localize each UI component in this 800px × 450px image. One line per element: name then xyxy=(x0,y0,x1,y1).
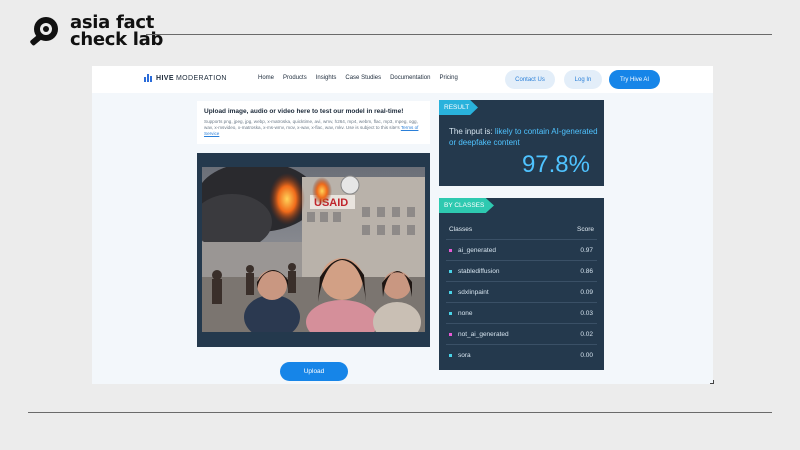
result-prefix: The input is: xyxy=(449,127,495,136)
supported-formats-text: Supports png, jpeg, jpg, webp, x-matrosk… xyxy=(204,119,418,130)
class-score: 0.86 xyxy=(580,267,593,275)
upload-title: Upload image, audio or video here to tes… xyxy=(204,108,404,115)
class-row: ai_generated 0.97 xyxy=(446,239,597,260)
result-text: The input is: likely to contain AI-gener… xyxy=(449,126,599,148)
crop-corner-mark xyxy=(710,380,714,384)
class-name: stablediffusion xyxy=(458,267,500,275)
by-classes-tag: BY CLASSES xyxy=(439,198,494,213)
class-score: 0.97 xyxy=(580,246,593,254)
contact-us-button[interactable]: Contact Us xyxy=(505,70,555,89)
nav-products[interactable]: Products xyxy=(283,75,307,81)
class-score: 0.02 xyxy=(580,330,593,338)
brand-wordmark: asia fact check lab xyxy=(70,14,163,49)
top-divider xyxy=(146,34,772,35)
class-color-square-icon xyxy=(449,353,452,357)
class-score: 0.00 xyxy=(580,351,593,359)
site-navbar: HIVE MODERATION Home Products Insights C… xyxy=(92,66,713,93)
class-score: 0.03 xyxy=(580,309,593,317)
hive-screenshot: HIVE MODERATION Home Products Insights C… xyxy=(92,66,713,384)
class-color-square-icon xyxy=(449,248,452,252)
class-row: sora 0.00 xyxy=(446,344,597,365)
class-color-square-icon xyxy=(449,311,452,315)
class-row: stablediffusion 0.86 xyxy=(446,260,597,281)
hive-logo-rest: MODERATION xyxy=(175,74,227,82)
nav-documentation[interactable]: Documentation xyxy=(390,75,430,81)
hive-bars-icon xyxy=(144,74,152,82)
class-color-square-icon xyxy=(449,269,452,273)
upload-button[interactable]: Upload xyxy=(280,362,348,381)
class-row: none 0.03 xyxy=(446,302,597,323)
hive-logo[interactable]: HIVE MODERATION xyxy=(144,74,227,82)
class-name: ai_generated xyxy=(458,246,496,254)
result-tag: RESULT xyxy=(439,100,478,115)
magnifier-logo-icon xyxy=(28,14,62,48)
supported-formats: Supports png, jpeg, jpg, webp, x-matrosk… xyxy=(204,119,426,137)
nav-pricing[interactable]: Pricing xyxy=(439,75,457,81)
result-panel: RESULT The input is: likely to contain A… xyxy=(439,100,604,186)
upload-instructions: Upload image, audio or video here to tes… xyxy=(197,101,430,144)
class-row: not_ai_generated 0.02 xyxy=(446,323,597,344)
class-color-square-icon xyxy=(449,332,452,336)
hive-logo-bold: HIVE xyxy=(156,74,174,82)
class-name: not_ai_generated xyxy=(458,330,509,338)
asia-fact-check-lab-logo: asia fact check lab xyxy=(28,14,163,49)
classes-header: Classes Score xyxy=(449,226,594,233)
score-column-header: Score xyxy=(577,226,594,233)
class-color-square-icon xyxy=(449,290,452,294)
try-hive-ai-button[interactable]: Try Hive AI xyxy=(609,70,660,89)
class-name: sora xyxy=(458,351,471,359)
nav-home[interactable]: Home xyxy=(258,75,274,81)
class-score: 0.09 xyxy=(580,288,593,296)
by-classes-panel: BY CLASSES Classes Score ai_generated 0.… xyxy=(439,198,604,370)
classes-list: ai_generated 0.97 stablediffusion 0.86 s… xyxy=(446,239,597,365)
nav-case-studies[interactable]: Case Studies xyxy=(345,75,381,81)
uploaded-image: USAID xyxy=(202,167,425,332)
class-name: none xyxy=(458,309,473,317)
nav-links: Home Products Insights Case Studies Docu… xyxy=(258,75,467,81)
class-row: sdxlinpaint 0.09 xyxy=(446,281,597,302)
image-preview-panel: USAID xyxy=(197,153,430,347)
result-percentage: 97.8% xyxy=(521,151,590,178)
class-name: sdxlinpaint xyxy=(458,288,489,296)
classes-column-header: Classes xyxy=(449,226,473,233)
nav-insights[interactable]: Insights xyxy=(316,75,337,81)
log-in-button[interactable]: Log In xyxy=(564,70,602,89)
bottom-divider xyxy=(28,412,772,413)
